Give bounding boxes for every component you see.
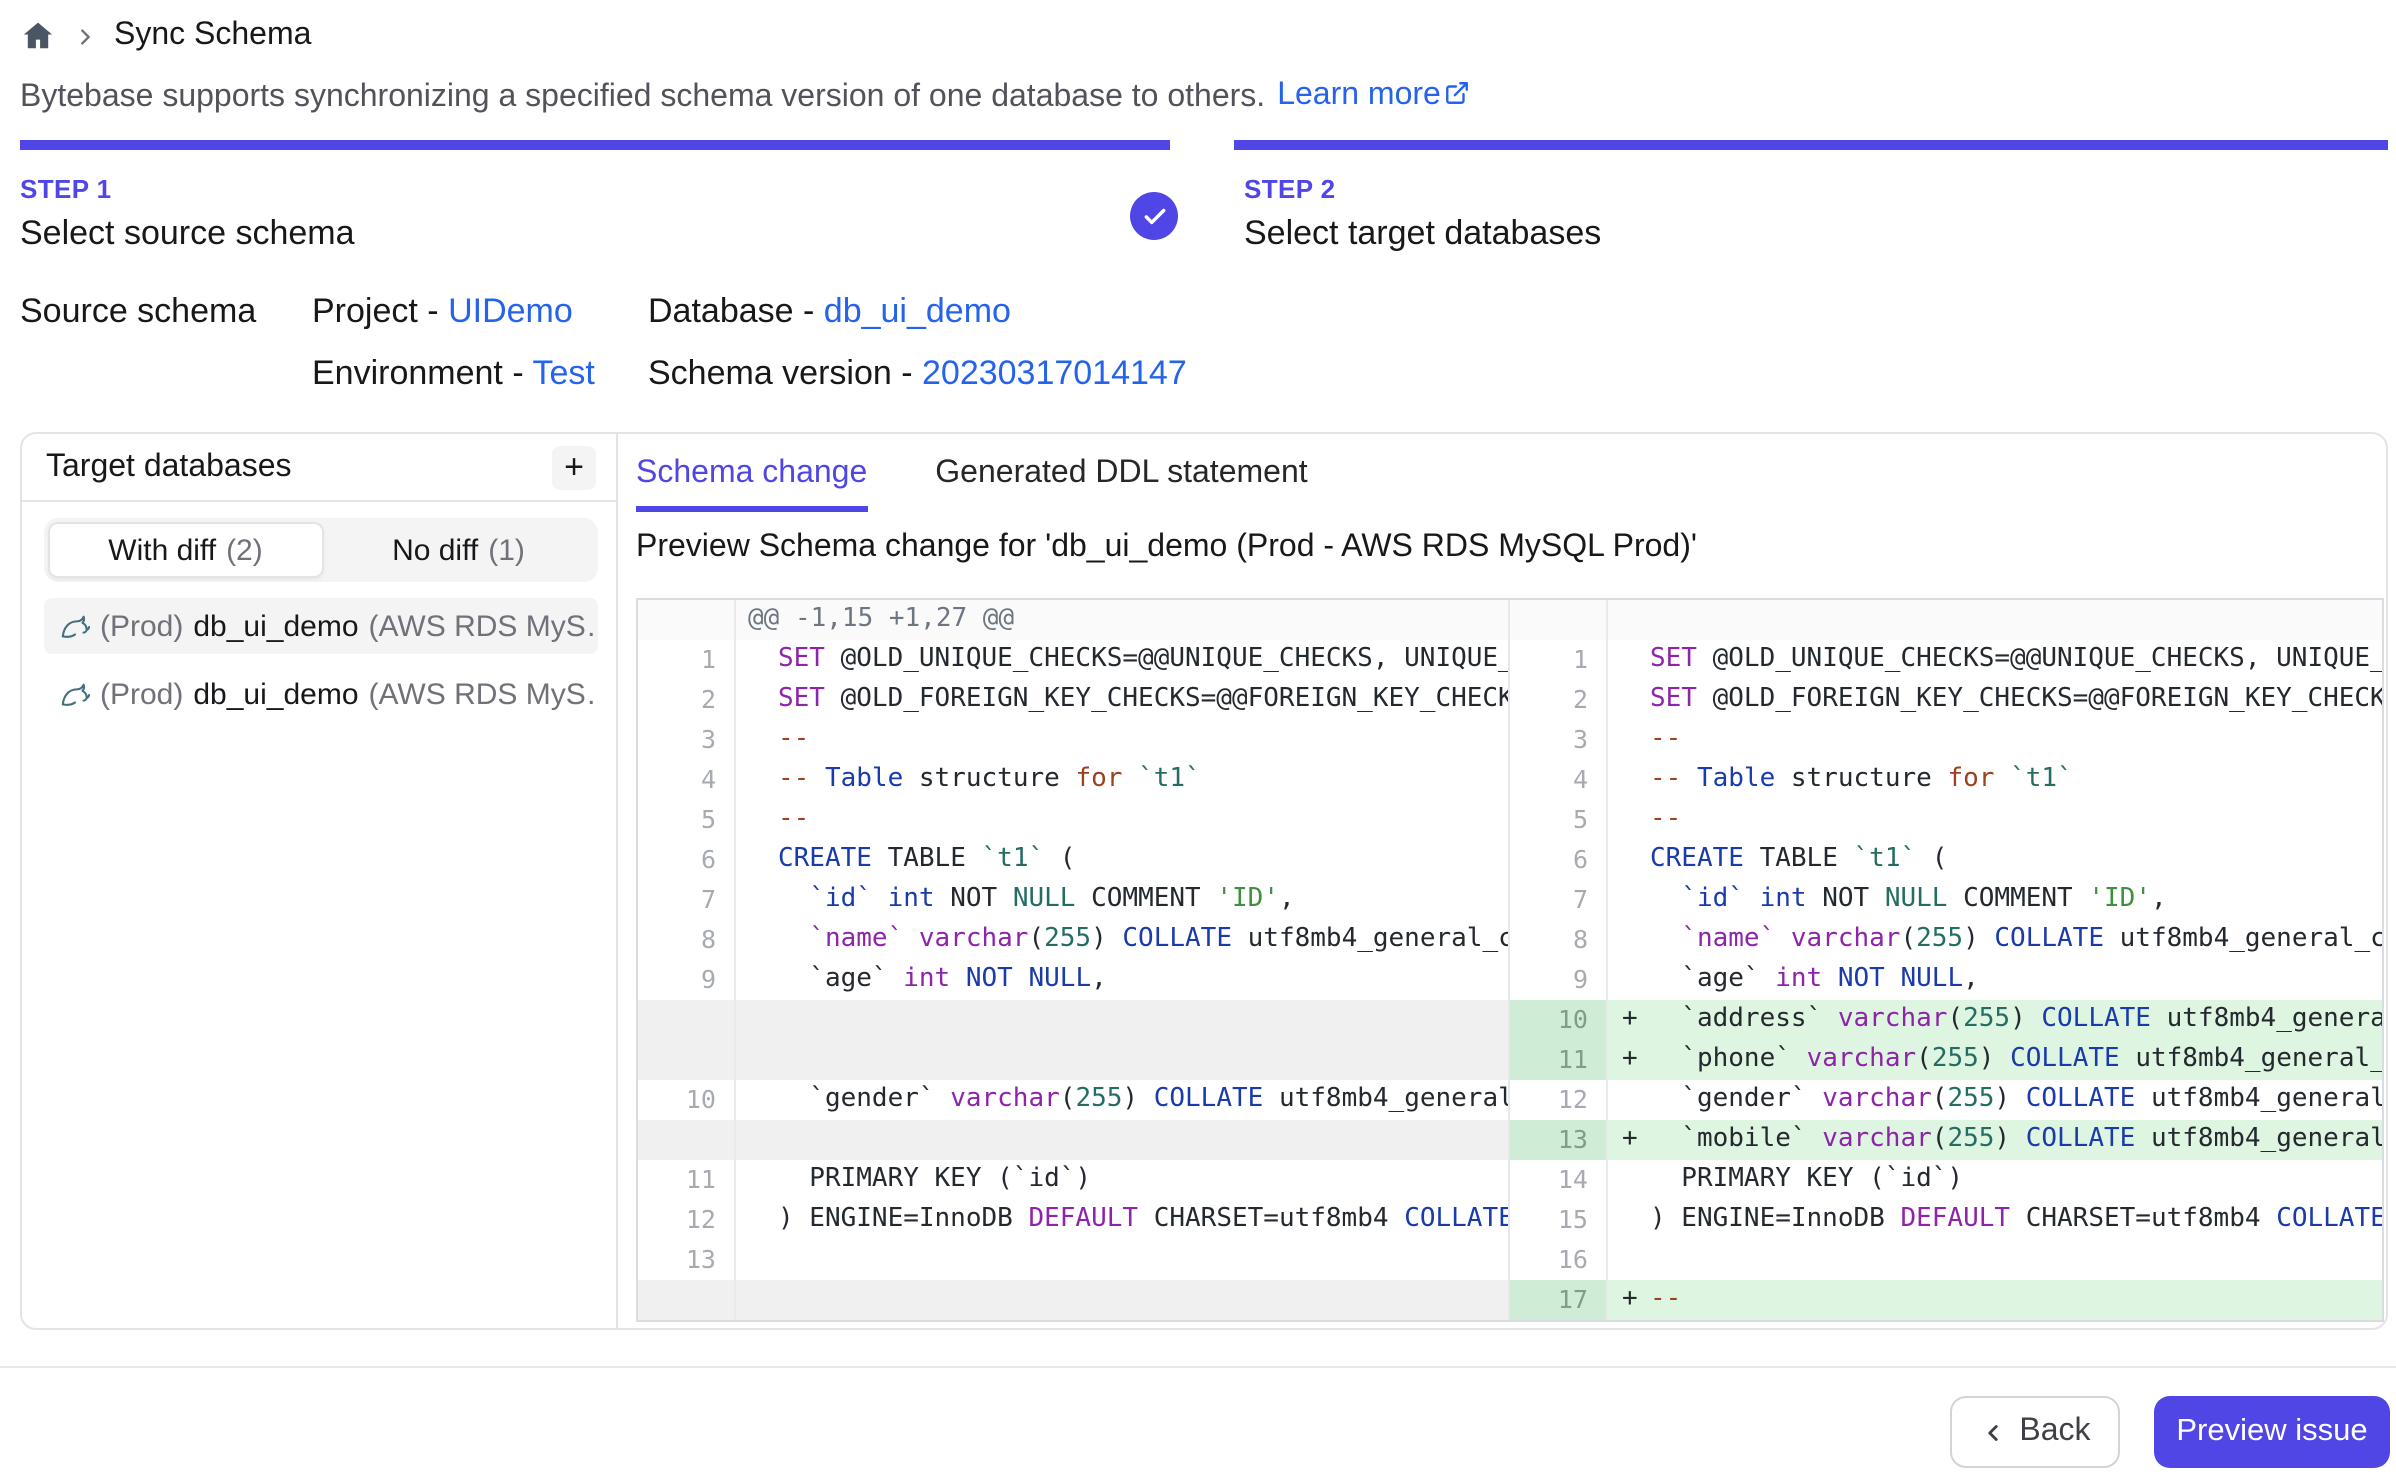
source-environment-field: Environment - Test <box>312 354 595 394</box>
diff-row: 11 PRIMARY KEY (`id`) <box>638 1160 1508 1200</box>
back-button[interactable]: Back <box>1950 1396 2120 1468</box>
diff-row: 7 `id` int NOT NULL COMMENT 'ID', <box>638 880 1508 920</box>
chevron-left-icon <box>1979 1419 2005 1445</box>
schema-version-link[interactable]: 20230317014147 <box>922 354 1187 392</box>
mysql-icon <box>60 611 90 641</box>
environment-link[interactable]: Test <box>532 354 594 392</box>
diff-row: 9 `age` int NOT NULL, <box>1510 960 2382 1000</box>
diff-row: 4-- Table structure for `t1` <box>1510 760 2382 800</box>
diff-row: 12) ENGINE=InnoDB DEFAULT CHARSET=utf8mb… <box>638 1200 1508 1240</box>
preview-title: Preview Schema change for 'db_ui_demo (P… <box>636 530 1697 566</box>
diff-row: 5-- <box>1510 800 2382 840</box>
diff-row <box>638 1000 1508 1040</box>
diff-row: 1SET @OLD_UNIQUE_CHECKS=@@UNIQUE_CHECKS,… <box>638 640 1508 680</box>
diff-row: 4-- Table structure for `t1` <box>638 760 1508 800</box>
diff-row: 13+ `mobile` varchar(255) COLLATE utf8mb… <box>1510 1120 2382 1160</box>
with-diff-count: (2) <box>226 533 263 567</box>
external-link-icon <box>1445 80 1471 116</box>
diff-row: 10+ `address` varchar(255) COLLATE utf8m… <box>1510 1000 2382 1040</box>
tab-no-diff[interactable]: No diff (1) <box>323 522 594 578</box>
target-databases-panel: Target databases + With diff (2) No diff… <box>22 434 618 1328</box>
target-database-item[interactable]: (Prod) db_ui_demo (AWS RDS MyS… <box>44 598 598 654</box>
source-schema-version-field: Schema version - 20230317014147 <box>648 354 1187 394</box>
page-title: Sync Schema <box>114 18 311 54</box>
tab-with-diff[interactable]: With diff (2) <box>48 522 323 578</box>
step1-label: STEP 1 <box>20 174 355 204</box>
diff-row: 6CREATE TABLE `t1` ( <box>638 840 1508 880</box>
breadcrumb: Sync Schema <box>20 14 311 58</box>
source-schema-label: Source schema <box>20 292 256 332</box>
preview-issue-button[interactable]: Preview issue <box>2154 1396 2390 1468</box>
tab-schema-change[interactable]: Schema change <box>636 456 867 512</box>
diff-row: 5-- <box>638 800 1508 840</box>
diff-row: 15) ENGINE=InnoDB DEFAULT CHARSET=utf8mb… <box>1510 1200 2382 1240</box>
sync-schema-page: Sync Schema Bytebase supports synchroniz… <box>0 0 2396 1480</box>
home-icon[interactable] <box>20 18 56 54</box>
target-database-item[interactable]: (Prod) db_ui_demo (AWS RDS MyS… <box>44 666 598 722</box>
page-description: Bytebase supports synchronizing a specif… <box>20 78 1471 116</box>
diff-row: 14 PRIMARY KEY (`id`) <box>1510 1160 2382 1200</box>
diff-row <box>638 1120 1508 1160</box>
diff-row: 17+-- <box>1510 1280 2382 1320</box>
chevron-right-icon <box>74 25 96 47</box>
no-diff-count: (1) <box>488 533 525 567</box>
diff-row <box>638 1280 1508 1320</box>
diff-row: 2SET @OLD_FOREIGN_KEY_CHECKS=@@FOREIGN_K… <box>638 680 1508 720</box>
diff-row: 1SET @OLD_UNIQUE_CHECKS=@@UNIQUE_CHECKS,… <box>1510 640 2382 680</box>
diff-row: 10 `gender` varchar(255) COLLATE utf8mb4… <box>638 1080 1508 1120</box>
diff-filter-segmented-control: With diff (2) No diff (1) <box>44 518 598 582</box>
step1: STEP 1 Select source schema <box>20 174 355 254</box>
step1-completed-badge <box>1130 192 1178 240</box>
diff-row <box>1510 600 2382 640</box>
diff-row: 6CREATE TABLE `t1` ( <box>1510 840 2382 880</box>
step2-title: Select target databases <box>1244 214 1601 254</box>
diff-left-pane: @@ -1,15 +1,27 @@1SET @OLD_UNIQUE_CHECKS… <box>638 600 1510 1320</box>
add-target-database-button[interactable]: + <box>552 445 596 489</box>
diff-row: 16 <box>1510 1240 2382 1280</box>
diff-row: 11+ `phone` varchar(255) COLLATE utf8mb4… <box>1510 1040 2382 1080</box>
database-link[interactable]: db_ui_demo <box>824 292 1011 330</box>
description-text: Bytebase supports synchronizing a specif… <box>20 79 1265 115</box>
diff-row: 3-- <box>638 720 1508 760</box>
mysql-icon <box>60 679 90 709</box>
diff-row: 13 <box>638 1240 1508 1280</box>
diff-row: 3-- <box>1510 720 2382 760</box>
diff-row: 7 `id` int NOT NULL COMMENT 'ID', <box>1510 880 2382 920</box>
diff-row <box>638 1040 1508 1080</box>
diff-row: @@ -1,15 +1,27 @@ <box>638 600 1508 640</box>
step2: STEP 2 Select target databases <box>1244 174 1601 254</box>
step1-progress-bar <box>20 140 1170 150</box>
step2-progress-bar <box>1234 140 2388 150</box>
source-project-field: Project - UIDemo <box>312 292 573 332</box>
target-databases-header: Target databases + <box>22 434 616 502</box>
check-icon <box>1141 203 1167 229</box>
footer-divider <box>0 1366 2396 1368</box>
project-link[interactable]: UIDemo <box>448 292 573 330</box>
step2-label: STEP 2 <box>1244 174 1601 204</box>
target-databases-title: Target databases <box>46 449 292 485</box>
learn-more-link[interactable]: Learn more <box>1277 78 1471 116</box>
tab-generated-ddl[interactable]: Generated DDL statement <box>935 456 1307 512</box>
step1-title: Select source schema <box>20 214 355 254</box>
diff-right-pane: 1SET @OLD_UNIQUE_CHECKS=@@UNIQUE_CHECKS,… <box>1510 600 2382 1320</box>
preview-tabs: Schema change Generated DDL statement <box>636 456 1308 512</box>
diff-row: 8 `name` varchar(255) COLLATE utf8mb4_ge… <box>638 920 1508 960</box>
schema-diff-viewer[interactable]: @@ -1,15 +1,27 @@1SET @OLD_UNIQUE_CHECKS… <box>636 598 2384 1322</box>
diff-row: 8 `name` varchar(255) COLLATE utf8mb4_ge… <box>1510 920 2382 960</box>
diff-row: 12 `gender` varchar(255) COLLATE utf8mb4… <box>1510 1080 2382 1120</box>
source-database-field: Database - db_ui_demo <box>648 292 1011 332</box>
diff-row: 9 `age` int NOT NULL, <box>638 960 1508 1000</box>
diff-row: 2SET @OLD_FOREIGN_KEY_CHECKS=@@FOREIGN_K… <box>1510 680 2382 720</box>
